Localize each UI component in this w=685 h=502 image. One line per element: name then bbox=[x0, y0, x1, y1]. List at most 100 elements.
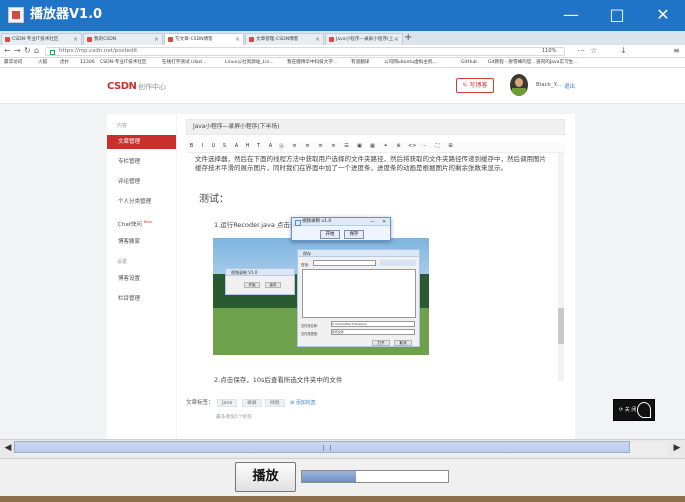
bookmark-item[interactable]: Git教程 - 廖雪峰的官... bbox=[488, 59, 536, 66]
bookmark-item[interactable]: 在线打字测试 (dazi... bbox=[162, 59, 207, 66]
close-button[interactable]: ✕ bbox=[646, 4, 680, 27]
code-icon[interactable]: <> bbox=[408, 143, 416, 149]
bookmark-bar: 最常访问 火狐 虎扑 12306 CSDN-专业IT技术社区 在线打字测试 (d… bbox=[0, 58, 685, 68]
write-blog-button[interactable]: ✎ 写博客 bbox=[456, 78, 494, 93]
more-icon[interactable]: ⋯ bbox=[421, 143, 428, 149]
bookmark-item[interactable]: 公司网ubuntu虚拟主机... bbox=[384, 59, 437, 66]
tag-chip[interactable]: 录屏 bbox=[242, 399, 262, 407]
sidebar-item-chat[interactable]: Chat快问 New bbox=[107, 215, 176, 229]
more-icon[interactable]: ⋯ bbox=[577, 46, 585, 56]
browser-tab-active[interactable]: 写文章-CSDN博客 × bbox=[164, 33, 244, 45]
close-tab-icon[interactable]: × bbox=[235, 34, 240, 45]
close-tab-icon[interactable]: × bbox=[394, 34, 399, 45]
align-right-icon[interactable]: ≡ bbox=[317, 143, 324, 149]
bookmark-item[interactable]: 我在膜拜华中科技大学... bbox=[287, 59, 337, 66]
start-record-button[interactable]: 开始 bbox=[320, 230, 340, 239]
tab-label: CSDN-专业IT技术社区 bbox=[12, 37, 59, 42]
scroll-left-arrow-icon[interactable]: ◀ bbox=[1, 442, 15, 456]
bookmark-item[interactable]: 火狐 bbox=[38, 59, 47, 66]
tag-chip[interactable]: Java bbox=[217, 399, 238, 407]
tag-chip[interactable]: 线程 bbox=[265, 399, 285, 407]
scroll-thumb[interactable] bbox=[14, 441, 630, 453]
close-tab-icon[interactable]: × bbox=[73, 34, 78, 45]
link-icon[interactable]: ⚭ bbox=[382, 143, 389, 149]
minimize-button[interactable]: — bbox=[554, 4, 588, 27]
download-icon[interactable]: ↓ bbox=[620, 46, 627, 56]
tab-label: 写文章-CSDN博客 bbox=[175, 37, 213, 42]
sidebar-item-blog-move[interactable]: 博客搬家 bbox=[107, 235, 176, 249]
list-icon[interactable]: ≡ bbox=[330, 143, 337, 149]
heading-icon[interactable]: A bbox=[233, 143, 240, 149]
home-icon[interactable]: ⌂ bbox=[34, 46, 39, 56]
bookmark-item[interactable]: 道同的Java实习生... bbox=[536, 59, 578, 66]
add-tag-link[interactable]: ⊕ 添加标签 bbox=[290, 399, 316, 406]
table-icon[interactable]: ▦ bbox=[369, 143, 376, 149]
article-title-input[interactable]: Java小程序—录屏小程序(下半场) bbox=[186, 119, 565, 135]
app-icon bbox=[8, 7, 24, 23]
logout-link[interactable]: 退出 bbox=[564, 82, 575, 90]
editor-scroll-thumb[interactable] bbox=[558, 308, 564, 344]
save-record-button[interactable]: 保存 bbox=[344, 230, 364, 239]
small-recorder-window: 视频录制 V1.0 开始 保存 bbox=[225, 268, 295, 295]
csdn-logo[interactable]: CSDN bbox=[107, 81, 137, 92]
bold-icon[interactable]: B bbox=[188, 143, 195, 149]
playback-progress-bar bbox=[301, 470, 449, 483]
sidebar-item-article-management[interactable]: 文章管理 bbox=[107, 135, 176, 149]
scroll-right-arrow-icon[interactable]: ▶ bbox=[670, 442, 684, 456]
editor-scrollbar[interactable] bbox=[558, 153, 564, 381]
sidebar-item-column-management[interactable]: 专栏管理 bbox=[107, 155, 176, 169]
sidebar-section-content: 内容 bbox=[117, 123, 128, 129]
sidebar-item-comment-management[interactable]: 评论管理 bbox=[107, 175, 176, 189]
bookmark-star-icon[interactable]: ☆ bbox=[590, 46, 597, 56]
avatar[interactable] bbox=[510, 74, 528, 96]
subscript-icon[interactable]: T bbox=[255, 143, 262, 149]
sidebar-item-section-management[interactable]: 栏目管理 bbox=[107, 292, 176, 306]
clear-format-icon[interactable]: Ⓐ bbox=[278, 143, 285, 150]
source-icon[interactable]: ⊞ bbox=[447, 143, 454, 149]
article-content[interactable]: 文件选择器，然后在下面的线程方法中获取用户选择的文件夹路径，然后将获取的文件夹路… bbox=[187, 153, 557, 418]
reload-icon[interactable]: ↻ bbox=[24, 46, 31, 56]
underline-icon[interactable]: U bbox=[210, 143, 217, 149]
bookmark-item[interactable]: Linux公社资源站_Lin... bbox=[225, 59, 274, 66]
browser-tab[interactable]: Java小程序—录屏小程序(上... × bbox=[325, 33, 403, 45]
browser-tab[interactable]: CSDN-专业IT技术社区 × bbox=[1, 33, 82, 45]
file-type-label: 文件夹类型： bbox=[301, 332, 321, 336]
address-bar[interactable]: https://mp.csdn.net/postedit bbox=[45, 47, 565, 56]
bookmark-item[interactable]: 虎扑 bbox=[60, 59, 69, 66]
new-tab-button[interactable]: + bbox=[404, 32, 412, 44]
align-left-icon[interactable]: ≡ bbox=[291, 143, 298, 149]
horizontal-scrollbar[interactable]: ◀ ▶ bbox=[0, 439, 685, 459]
align-center-icon[interactable]: ≡ bbox=[304, 143, 311, 149]
italic-icon[interactable]: I bbox=[199, 143, 206, 149]
dialog-close-button[interactable]: ✕ bbox=[382, 218, 386, 226]
close-tab-icon[interactable]: × bbox=[315, 34, 320, 45]
play-button[interactable]: 播放 bbox=[235, 462, 296, 492]
bookmark-item[interactable]: 最常访问 bbox=[4, 59, 22, 66]
font-icon[interactable]: A bbox=[267, 143, 274, 149]
forward-icon[interactable]: → bbox=[14, 46, 21, 56]
bookmark-item[interactable]: 有道翻译 bbox=[351, 59, 369, 66]
attachment-icon[interactable]: ⊕ bbox=[395, 143, 402, 149]
close-tab-icon[interactable]: × bbox=[154, 34, 159, 45]
superscript-icon[interactable]: H bbox=[244, 143, 251, 149]
floating-side-widget[interactable]: ⟳ 关 闭 bbox=[613, 399, 655, 421]
zoom-level: 110% bbox=[542, 48, 557, 54]
image-icon[interactable]: ▣ bbox=[356, 143, 363, 149]
fullscreen-icon[interactable]: ⛶ bbox=[434, 143, 441, 149]
strikethrough-icon[interactable]: S bbox=[221, 143, 228, 149]
sidebar-item-blog-settings[interactable]: 博客设置 bbox=[107, 272, 176, 286]
browser-tab[interactable]: 文章管理-CSDN博客 × bbox=[245, 33, 324, 45]
embedded-browser-screenshot: CSDN-专业IT技术社区 × 我的CSDN × 写文章-CSDN博客 × 文章管理-… bbox=[0, 31, 685, 439]
window-title: 播放器V1.0 bbox=[30, 7, 103, 22]
username[interactable]: Black_Y... bbox=[536, 82, 561, 88]
maximize-button[interactable]: □ bbox=[600, 4, 634, 27]
bookmark-item[interactable]: CSDN-专业IT技术社区 bbox=[100, 59, 146, 66]
bookmark-item[interactable]: 12306 bbox=[80, 59, 95, 66]
bookmark-item[interactable]: GitHub bbox=[461, 59, 477, 66]
browser-tab[interactable]: 我的CSDN × bbox=[83, 33, 163, 45]
back-icon[interactable]: ← bbox=[4, 46, 11, 56]
quote-icon[interactable]: ☰ bbox=[343, 143, 350, 149]
sidebar-item-category-management[interactable]: 个人分类管理 bbox=[107, 195, 176, 209]
dialog-minimize-button[interactable]: — bbox=[370, 218, 375, 226]
menu-icon[interactable]: ≡ bbox=[673, 46, 680, 56]
